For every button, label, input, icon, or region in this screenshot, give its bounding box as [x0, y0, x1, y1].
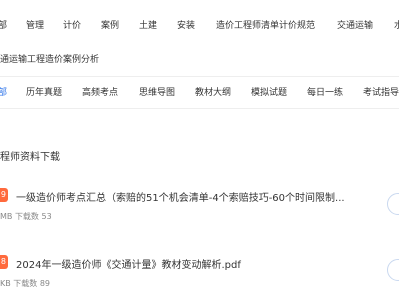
section-title: 程师资料下载	[0, 152, 60, 163]
tab-all-active[interactable]: 部	[0, 87, 7, 99]
tab-cases[interactable]: 案例	[101, 20, 119, 32]
tab-past-exams[interactable]: 历年真题	[26, 87, 62, 99]
tab-partial[interactable]: 部	[0, 20, 7, 32]
download-button[interactable]	[387, 193, 399, 215]
tab-transport[interactable]: 交通运输	[337, 20, 373, 32]
download-button[interactable]	[387, 259, 399, 281]
download-count: 下载数 53	[14, 212, 52, 221]
file-size: KB	[0, 279, 11, 288]
tab-syllabus[interactable]: 教材大纲	[195, 87, 231, 99]
course-subheading[interactable]: 通运输工程造价案例分析	[0, 52, 99, 65]
tab-pricing[interactable]: 计价	[63, 20, 81, 32]
tab-installation[interactable]: 安装	[177, 20, 195, 32]
download-count: 下载数 89	[13, 279, 51, 288]
file-size: MB	[0, 212, 13, 221]
tab-mind-map[interactable]: 思维导图	[139, 87, 175, 99]
divider	[0, 76, 399, 77]
file-title[interactable]: 2024年一级造价师《交通计量》教材变动解析.pdf	[16, 256, 241, 271]
tab-mock-tests[interactable]: 模拟试题	[251, 87, 287, 99]
tab-civil[interactable]: 土建	[139, 20, 157, 32]
divider	[0, 108, 399, 109]
file-type-badge: 9	[0, 188, 8, 202]
tab-water-partial[interactable]: 水	[394, 20, 399, 32]
tab-key-points[interactable]: 高频考点	[82, 87, 118, 99]
tab-management[interactable]: 管理	[26, 20, 44, 32]
tab-exam-guide[interactable]: 考试指导	[363, 87, 399, 99]
tab-daily-practice[interactable]: 每日一练	[307, 87, 343, 99]
tab-bill-pricing-spec[interactable]: 造价工程师清单计价规范	[216, 20, 315, 32]
file-title[interactable]: 一级造价师考点汇总（索赔的51个机会清单-4个索赔技巧-60个时间限制...	[16, 189, 345, 204]
file-type-badge: 8	[0, 255, 8, 269]
